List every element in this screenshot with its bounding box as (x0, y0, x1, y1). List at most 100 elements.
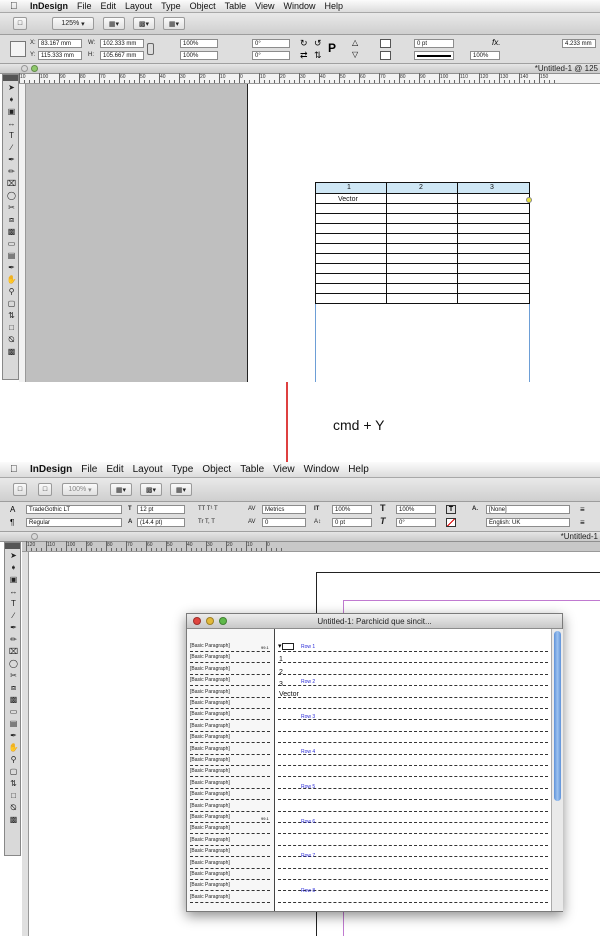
fill-stroke-icon-bottom[interactable]: ▢ (8, 767, 19, 777)
menu-edit-bottom[interactable]: Edit (106, 464, 123, 475)
page-tool-icon[interactable]: ▣ (6, 107, 17, 117)
apply-none-icon[interactable]: ⦰ (6, 335, 17, 345)
pen-tool-icon[interactable]: ✒ (6, 155, 17, 165)
gradient-feather-tool-icon-bottom[interactable]: ▭ (8, 707, 19, 717)
font-family-field[interactable]: TradeGothic LT (26, 505, 122, 514)
rotate-ccw-icon[interactable]: ↺ (314, 38, 322, 49)
pen-tool-icon-bottom[interactable]: ✒ (8, 623, 19, 633)
menu-help[interactable]: Help (325, 1, 344, 11)
ellipse-tool-icon-bottom[interactable]: ◯ (8, 659, 19, 669)
stroke-type-select[interactable] (414, 51, 454, 60)
horizontal-scale-field[interactable]: 100% (396, 505, 436, 514)
horizontal-ruler[interactable]: 10 100 90 80 70 60 50 40 30 20 10 0 10 20 30 40 50 60 70 80… (19, 73, 600, 84)
menu-table[interactable]: Table (225, 1, 247, 11)
close-window-icon-bottom[interactable] (31, 533, 38, 540)
apply-none-icon-bottom[interactable]: ⦰ (8, 803, 19, 813)
effects-icon[interactable]: fx. (492, 38, 500, 47)
language-field[interactable]: English: UK (486, 518, 570, 527)
screen-mode-button-bottom[interactable]: ▩▾ (140, 483, 162, 496)
menu-view[interactable]: View (255, 1, 274, 11)
close-button-icon[interactable] (193, 617, 201, 625)
screen-mode-icon[interactable]: ▩ (6, 347, 17, 357)
arrange-documents-button[interactable]: ▦▾ (163, 17, 185, 30)
baseline-shift-field[interactable]: 0 pt (332, 518, 372, 527)
horizontal-ruler-bottom[interactable]: 120 110 100 90 80 70 60 50 40 30 20 10 0 (22, 541, 600, 552)
menu-file-bottom[interactable]: File (81, 464, 97, 475)
select-container-icon[interactable]: △ (352, 38, 358, 47)
character-style-field[interactable]: [None] (486, 505, 570, 514)
text-stroke-swatch-icon[interactable] (446, 518, 456, 527)
flip-horizontal-icon[interactable]: ⇄ (300, 50, 308, 61)
vertical-ruler[interactable] (19, 84, 26, 382)
formatting-container-icon-bottom[interactable]: □ (8, 791, 19, 801)
table-cell[interactable] (386, 293, 458, 304)
menu-view-bottom[interactable]: View (273, 464, 295, 475)
menu-help-bottom[interactable]: Help (348, 464, 369, 475)
scale-x-field[interactable]: 100% (180, 39, 218, 48)
scale-y-field[interactable]: 100% (180, 51, 218, 60)
story-text-area[interactable]: ▾ 1 2 3 Vector Row 1 Row 2 Row 3 Row 4 Row 5… (275, 629, 551, 911)
pencil-tool-icon-bottom[interactable]: ✏ (8, 635, 19, 645)
menu-window[interactable]: Window (283, 1, 315, 11)
menu-file[interactable]: File (77, 1, 92, 11)
hand-tool-icon-bottom[interactable]: ✋ (8, 743, 19, 753)
select-content-icon[interactable]: ▽ (352, 50, 358, 59)
font-style-field[interactable]: Regular (26, 518, 122, 527)
tracking-field[interactable]: 0 (262, 518, 306, 527)
tools-panel-grip[interactable] (3, 75, 18, 81)
scissors-tool-icon[interactable]: ✂ (6, 203, 17, 213)
swap-fill-stroke-icon[interactable]: ⇅ (6, 311, 17, 321)
tools-panel-grip[interactable] (5, 543, 20, 549)
table[interactable]: 1 2 3 Vector (315, 182, 532, 306)
stroke-swatch-icon[interactable] (380, 51, 391, 60)
minimize-button-icon[interactable] (206, 617, 214, 625)
direct-selection-tool-icon[interactable]: ➧ (6, 95, 17, 105)
type-tool-icon[interactable]: T (6, 131, 17, 141)
bridge-button[interactable]: □ (13, 17, 27, 30)
app-menu[interactable]: InDesign (30, 1, 68, 11)
reference-point-icon[interactable] (10, 41, 26, 57)
kerning-field[interactable]: Metrics (262, 505, 306, 514)
align-left-icon[interactable]: ≡ (580, 505, 585, 514)
line-tool-icon-bottom[interactable]: ∕ (8, 611, 19, 621)
hand-tool-icon[interactable]: ✋ (6, 275, 17, 285)
screen-mode-button[interactable]: ▩▾ (133, 17, 155, 30)
free-transform-tool-icon[interactable]: ⧈ (6, 215, 17, 225)
opacity-field[interactable]: 100% (470, 51, 500, 60)
swap-fill-stroke-icon-bottom[interactable]: ⇅ (8, 779, 19, 789)
note-tool-icon-bottom[interactable]: ▤ (8, 719, 19, 729)
formatting-container-icon[interactable]: □ (6, 323, 17, 333)
table-cell[interactable] (315, 293, 387, 304)
rectangle-frame-tool-icon[interactable]: ⌧ (6, 179, 17, 189)
gap-field[interactable]: 4.233 mm (562, 39, 596, 48)
story-editor-title-bar[interactable]: Untitled-1: Parchicid que sincit... (187, 614, 562, 629)
menu-object[interactable]: Object (190, 1, 216, 11)
rectangle-frame-tool-icon-bottom[interactable]: ⌧ (8, 647, 19, 657)
gradient-feather-tool-icon[interactable]: ▭ (6, 239, 17, 249)
menu-layout-bottom[interactable]: Layout (133, 464, 163, 475)
zoom-tool-icon[interactable]: ⚲ (6, 287, 17, 297)
gradient-tool-icon-bottom[interactable]: ▩ (8, 695, 19, 705)
y-field[interactable]: 115.333 mm (38, 51, 82, 60)
selection-tool-icon[interactable]: ➤ (6, 83, 17, 93)
menu-type[interactable]: Type (161, 1, 181, 11)
gradient-tool-icon[interactable]: ▩ (6, 227, 17, 237)
note-tool-icon[interactable]: ▤ (6, 251, 17, 261)
character-formatting-icon[interactable]: A (10, 505, 15, 514)
selection-tool-icon-bottom[interactable]: ➤ (8, 551, 19, 561)
story-editor-window[interactable]: Untitled-1: Parchicid que sincit... [Bas… (186, 613, 563, 912)
zoom-select[interactable]: 125% ▾ (52, 17, 94, 30)
constrain-proportions-icon[interactable] (147, 43, 154, 55)
menu-object-bottom[interactable]: Object (202, 464, 231, 475)
direct-selection-tool-icon-bottom[interactable]: ➧ (8, 563, 19, 573)
bridge-button-bottom[interactable]: □ (13, 483, 27, 496)
height-field[interactable]: 105.667 mm (100, 51, 144, 60)
rotation-angle-field[interactable]: 0° (252, 39, 290, 48)
apple-icon-bottom[interactable]:  (10, 464, 22, 475)
menu-table-bottom[interactable]: Table (240, 464, 264, 475)
arrange-documents-button-bottom[interactable]: ▦▾ (170, 483, 192, 496)
document-tab-bottom[interactable]: *Untitled-1 (561, 532, 598, 541)
document-tab[interactable]: *Untitled-1 @ 125 (535, 64, 598, 73)
page-tool-icon-bottom[interactable]: ▣ (8, 575, 19, 585)
eyedropper-tool-icon-bottom[interactable]: ✒ (8, 731, 19, 741)
